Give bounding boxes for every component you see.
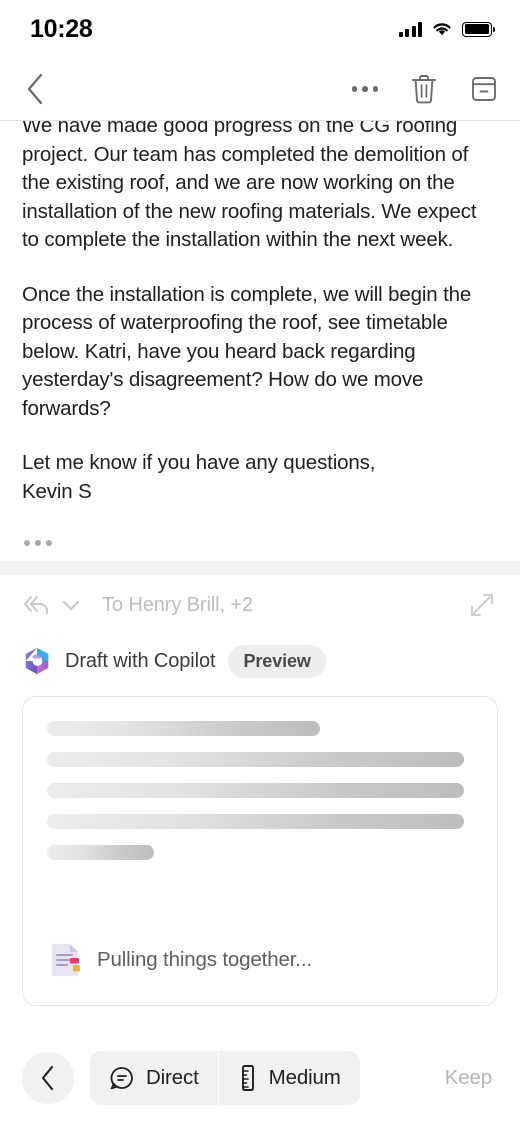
email-body-inner: We have made good progress on the CG roo…	[22, 121, 498, 551]
cellular-signal-icon	[398, 21, 422, 37]
copilot-title: Draft with Copilot	[65, 649, 216, 672]
reply-mode-selector[interactable]	[22, 593, 80, 617]
skeleton-line	[47, 814, 465, 829]
tone-button[interactable]: Direct	[90, 1051, 218, 1105]
status-time: 10:28	[30, 14, 93, 43]
back-chevron-icon	[27, 73, 43, 105]
skeleton-placeholder	[23, 697, 497, 860]
draft-style-segments: Direct Medium	[90, 1050, 360, 1105]
length-label: Medium	[268, 1065, 341, 1089]
back-chevron-icon	[41, 1065, 54, 1090]
delete-button[interactable]	[410, 73, 438, 105]
email-body[interactable]: We have made good progress on the CG roo…	[0, 121, 520, 562]
reply-header: To Henry Brill, +2	[0, 574, 520, 636]
draft-options-toolbar: Direct Medium Keep	[0, 1029, 520, 1126]
show-quoted-text-button[interactable]	[22, 536, 54, 550]
status-bar: 10:28	[0, 0, 520, 58]
archive-icon	[472, 77, 496, 101]
skeleton-line	[47, 721, 320, 736]
reply-recipients[interactable]: To Henry Brill, +2	[94, 594, 454, 617]
speech-bubble-icon	[110, 1066, 133, 1089]
document-icon	[52, 944, 80, 976]
skeleton-line	[47, 783, 465, 798]
email-paragraph: Once the installation is complete, we wi…	[22, 282, 472, 420]
tone-label: Direct	[146, 1065, 199, 1089]
more-options-icon	[351, 86, 378, 92]
nav-actions	[351, 73, 499, 105]
loading-status-text: Pulling things together...	[97, 948, 312, 971]
email-signature: Let me know if you have any questions, K…	[22, 451, 376, 503]
trash-icon	[412, 75, 436, 104]
copilot-logo	[25, 647, 49, 675]
chevron-down-icon	[63, 601, 79, 610]
archive-button[interactable]	[470, 74, 498, 104]
ruler-icon	[241, 1064, 254, 1091]
skeleton-line	[47, 845, 154, 860]
loading-status-row: Pulling things together...	[23, 941, 497, 1005]
copilot-draft-card[interactable]: Pulling things together...	[22, 696, 498, 1006]
reply-all-icon	[24, 596, 48, 614]
draft-with-copilot-row[interactable]: Draft with Copilot Preview	[0, 636, 520, 680]
email-paragraph: We have made good progress on the CG roo…	[22, 121, 477, 251]
wifi-icon	[433, 23, 451, 36]
expand-compose-button[interactable]	[468, 591, 496, 619]
skeleton-line	[47, 752, 465, 767]
toolbar-back-button[interactable]	[22, 1051, 74, 1104]
navigation-bar	[0, 58, 520, 120]
length-button[interactable]: Medium	[217, 1050, 360, 1105]
email-detail-screen: 10:28 We have made good progress on the …	[0, 0, 520, 1126]
expand-icon	[471, 594, 493, 616]
status-indicators	[398, 21, 496, 37]
preview-badge[interactable]: Preview	[228, 644, 326, 678]
battery-icon	[462, 21, 496, 37]
section-separator	[0, 562, 520, 574]
keep-button[interactable]: Keep	[439, 1058, 498, 1098]
more-options-button[interactable]	[351, 86, 378, 92]
back-button[interactable]	[24, 72, 46, 106]
